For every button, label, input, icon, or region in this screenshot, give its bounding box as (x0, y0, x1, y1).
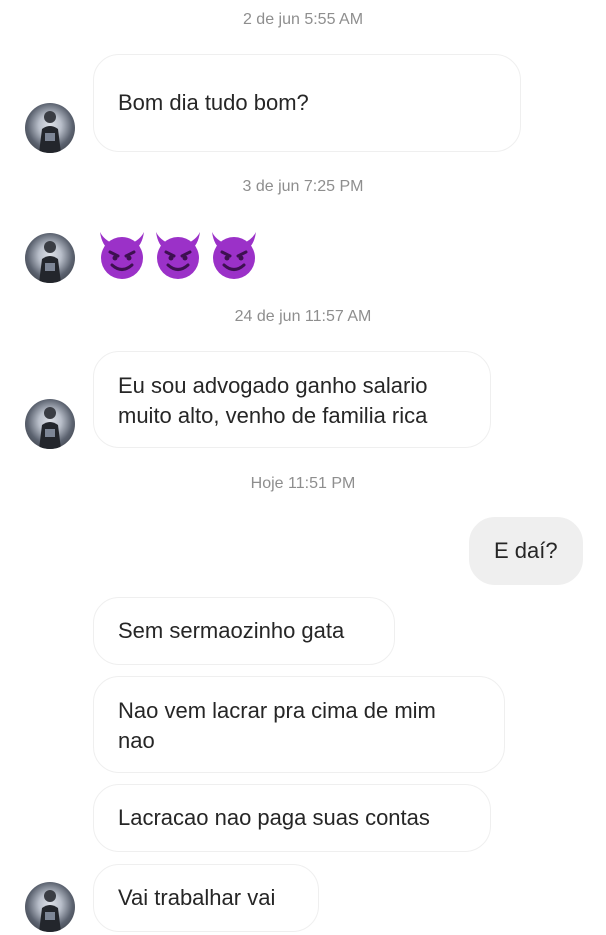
avatar-photo (39, 890, 61, 932)
timestamp: 3 de jun 7:25 PM (242, 178, 364, 195)
timestamp: 2 de jun 5:55 AM (242, 11, 364, 28)
sent-message[interactable]: E daí? (469, 517, 583, 585)
message-text: Lacracao nao paga suas contas (118, 805, 430, 830)
message-text: Bom dia tudo bom? (118, 90, 309, 115)
received-message[interactable]: Vai trabalhar vai (93, 864, 319, 932)
avatar[interactable] (25, 882, 75, 932)
received-message[interactable]: Bom dia tudo bom? (93, 54, 521, 152)
received-message[interactable]: Nao vem lacrar pra cima de mim nao (93, 676, 505, 773)
avatar-photo (39, 111, 61, 153)
message-text-line: Eu sou advogado ganho salario (118, 373, 428, 398)
message-text-line: nao (118, 728, 155, 753)
message-text: Vai trabalhar vai (118, 885, 276, 910)
avatar[interactable] (25, 103, 75, 153)
message-text-line: Nao vem lacrar pra cima de mim (118, 698, 436, 723)
avatar[interactable] (25, 233, 75, 283)
avatar[interactable] (25, 399, 75, 449)
message-text: Sem sermaozinho gata (118, 618, 345, 643)
received-message[interactable]: Eu sou advogado ganho salario muito alto… (93, 351, 491, 448)
smiling-devil-icon[interactable] (208, 228, 260, 285)
message-text: E daí? (494, 538, 558, 563)
message-text-line: muito alto, venho de familia rica (118, 403, 428, 428)
avatar-photo (39, 241, 61, 283)
timestamp: 24 de jun 11:57 AM (234, 308, 372, 325)
smiling-devil-icon[interactable] (152, 228, 204, 285)
received-message[interactable]: Sem sermaozinho gata (93, 597, 395, 665)
smiling-devil-icon[interactable] (96, 228, 148, 285)
timestamp: Hoje 11:51 PM (250, 475, 356, 492)
received-message[interactable]: Lacracao nao paga suas contas (93, 784, 491, 852)
avatar-photo (39, 407, 61, 449)
